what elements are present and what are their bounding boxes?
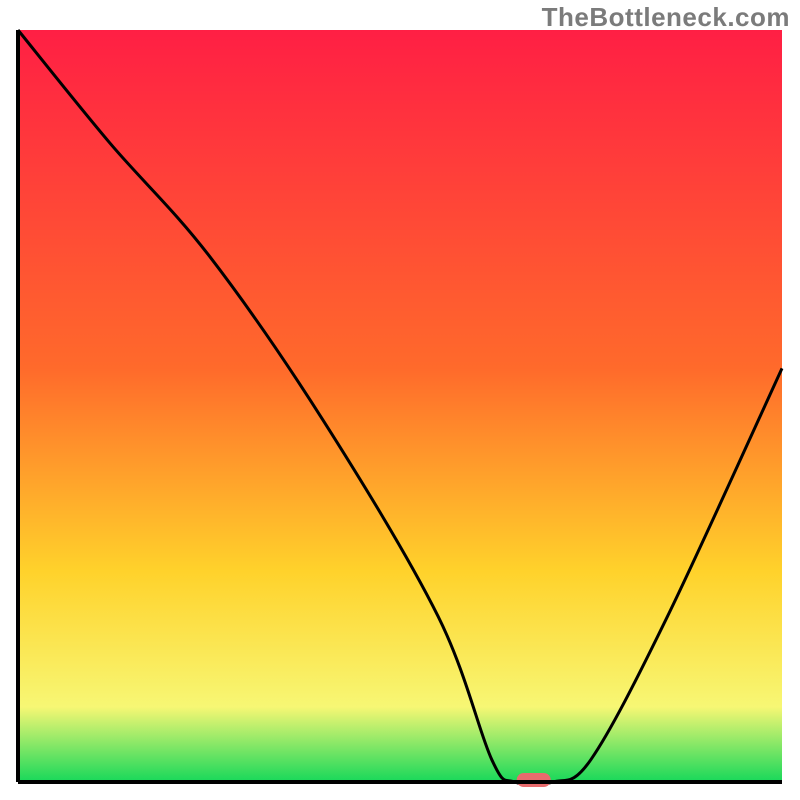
watermark-text: TheBottleneck.com [542, 2, 790, 33]
chart-container: TheBottleneck.com [0, 0, 800, 800]
gradient-background [18, 30, 782, 782]
bottleneck-chart [0, 0, 800, 800]
plot-area [18, 30, 782, 787]
